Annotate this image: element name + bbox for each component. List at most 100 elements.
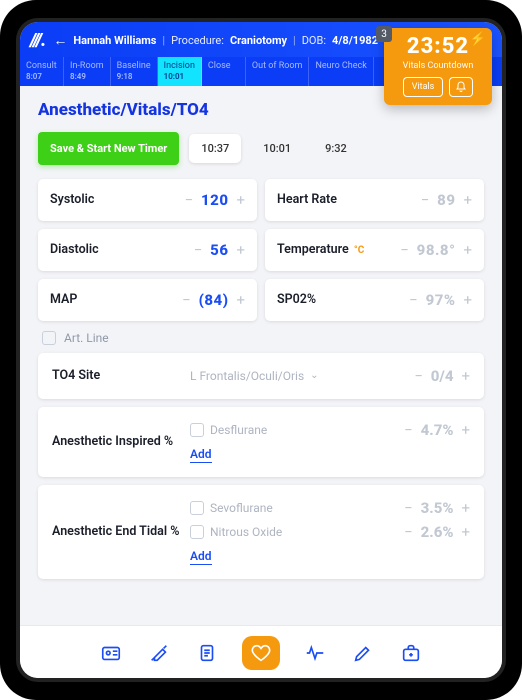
screen: 3 ⚡ 23:52 Vitals Countdown Vitals ///. ← xyxy=(20,22,502,678)
hr-minus[interactable]: − xyxy=(421,191,430,209)
action-row: Save & Start New Timer 10:37 10:01 9:32 xyxy=(38,132,484,165)
bolt-icon: ⚡ xyxy=(470,32,486,47)
nav-clipboard-icon[interactable] xyxy=(194,640,220,666)
chevron-down-icon: ⌄ xyxy=(310,370,318,381)
temp-label: Temperature °C xyxy=(277,242,364,257)
endtidal-add-button[interactable]: Add xyxy=(190,549,212,565)
spo2-plus[interactable]: + xyxy=(463,291,472,309)
patient-info: Hannah Williams | Procedure: Craniotomy … xyxy=(73,34,378,47)
art-line-label: Art. Line xyxy=(64,331,109,345)
systolic-card: Systolic − 120 + xyxy=(38,179,257,221)
endtidal1-minus[interactable]: − xyxy=(404,499,413,517)
nav-medkit-icon[interactable] xyxy=(398,640,424,666)
countdown-label: Vitals Countdown xyxy=(394,61,482,71)
diastolic-label: Diastolic xyxy=(50,242,99,257)
endtidal-checkbox-1[interactable] xyxy=(190,501,204,515)
tablet-bezel: 3 ⚡ 23:52 Vitals Countdown Vitals ///. ← xyxy=(16,18,506,682)
map-label: MAP xyxy=(50,292,77,307)
anesthetic-endtidal-card: Anesthetic End Tidal % Sevoflurane − 3.5… xyxy=(38,485,484,579)
map-value: (84) xyxy=(199,291,229,309)
spo2-minus[interactable]: − xyxy=(409,291,418,309)
endtidal-agent2: Nitrous Oxide xyxy=(210,525,282,539)
inspired-checkbox[interactable] xyxy=(190,423,204,437)
temp-value: 98.8° xyxy=(417,241,456,259)
nav-heart-icon[interactable] xyxy=(242,636,280,670)
to4-value: 0/4 xyxy=(431,367,454,385)
to4-card: TO4 Site L Frontalis/Oculi/Oris ⌄ − 0/4 … xyxy=(38,353,484,399)
inspired-add-button[interactable]: Add xyxy=(190,447,212,463)
nav-id-card-icon[interactable] xyxy=(98,640,124,666)
tab-incision[interactable]: Incision10:01 xyxy=(158,57,202,86)
back-arrow-icon[interactable]: ← xyxy=(53,32,67,49)
endtidal-checkbox-2[interactable] xyxy=(190,525,204,539)
systolic-minus[interactable]: − xyxy=(184,191,193,209)
countdown-card: 3 ⚡ 23:52 Vitals Countdown Vitals xyxy=(384,28,492,105)
countdown-time: 23:52 xyxy=(394,34,482,59)
spo2-label: SP02% xyxy=(277,292,316,307)
time-chip-0[interactable]: 10:37 xyxy=(189,134,241,163)
diastolic-value: 56 xyxy=(210,241,228,259)
time-chip-2[interactable]: 9:32 xyxy=(313,134,359,163)
vitals-button[interactable]: Vitals xyxy=(403,77,444,97)
heart-rate-card: Heart Rate − 89 + xyxy=(265,179,484,221)
temp-unit[interactable]: °C xyxy=(354,245,364,256)
nav-waveform-icon[interactable] xyxy=(302,640,328,666)
spo2-value: 97% xyxy=(426,291,456,309)
app-logo: ///. xyxy=(30,30,45,51)
bell-button[interactable] xyxy=(449,77,473,97)
inspired-minus[interactable]: − xyxy=(404,421,413,439)
inspired-agent-row[interactable]: Desflurane xyxy=(190,423,267,437)
patient-name: Hannah Williams xyxy=(73,34,156,47)
tab-consult[interactable]: Consult8:07 xyxy=(20,57,64,86)
time-chip-1[interactable]: 10:01 xyxy=(251,134,303,163)
tab-in-room[interactable]: In-Room8:49 xyxy=(64,57,111,86)
tab-neuro-check[interactable]: Neuro Check xyxy=(309,57,373,86)
diastolic-minus[interactable]: − xyxy=(194,241,203,259)
temp-plus[interactable]: + xyxy=(463,241,472,259)
inspired-plus[interactable]: + xyxy=(461,421,470,439)
diastolic-plus[interactable]: + xyxy=(236,241,245,259)
spo2-card: SP02% − 97% + xyxy=(265,279,484,321)
endtidal-agent1: Sevoflurane xyxy=(210,501,273,515)
map-minus[interactable]: − xyxy=(182,291,191,309)
bell-icon xyxy=(455,81,467,93)
art-line-checkbox[interactable] xyxy=(42,331,56,345)
nav-syringe-icon[interactable] xyxy=(146,640,172,666)
hr-plus[interactable]: + xyxy=(463,191,472,209)
tablet-frame: 3 ⚡ 23:52 Vitals Countdown Vitals ///. ← xyxy=(0,0,522,700)
content-area: Anesthetic/Vitals/TO4 Save & Start New T… xyxy=(20,86,502,625)
tab-out-of-room[interactable]: Out of Room xyxy=(246,57,310,86)
endtidal-label: Anesthetic End Tidal % xyxy=(52,524,180,539)
systolic-value: 120 xyxy=(201,191,228,209)
vitals-grid: Systolic − 120 + Heart Rate − 89 + xyxy=(38,179,484,321)
endtidal2-plus[interactable]: + xyxy=(461,523,470,541)
endtidal1-plus[interactable]: + xyxy=(461,499,470,517)
endtidal2-minus[interactable]: − xyxy=(404,523,413,541)
diastolic-card: Diastolic − 56 + xyxy=(38,229,257,271)
art-line-row[interactable]: Art. Line xyxy=(38,321,484,353)
temp-minus[interactable]: − xyxy=(400,241,409,259)
inspired-agent: Desflurane xyxy=(210,423,267,437)
temperature-card: Temperature °C − 98.8° + xyxy=(265,229,484,271)
to4-site-select[interactable]: L Frontalis/Oculi/Oris ⌄ xyxy=(190,369,404,383)
hr-label: Heart Rate xyxy=(277,192,337,207)
systolic-plus[interactable]: + xyxy=(236,191,245,209)
map-plus[interactable]: + xyxy=(236,291,245,309)
endtidal-value1: 3.5% xyxy=(421,499,454,517)
to4-plus[interactable]: + xyxy=(461,367,470,385)
anesthetic-inspired-card: Anesthetic Inspired % Desflurane − 4.7% … xyxy=(38,407,484,477)
inspired-label: Anesthetic Inspired % xyxy=(52,434,180,449)
save-start-timer-button[interactable]: Save & Start New Timer xyxy=(38,132,179,165)
to4-minus[interactable]: − xyxy=(414,367,423,385)
countdown-badge: 3 xyxy=(376,26,392,42)
endtidal-agent2-row[interactable]: Nitrous Oxide xyxy=(190,525,282,539)
to4-label: TO4 Site xyxy=(52,368,180,383)
bottom-nav xyxy=(20,625,502,678)
tab-close[interactable]: Close xyxy=(202,57,246,86)
nav-pen-icon[interactable] xyxy=(350,640,376,666)
map-card: MAP − (84) + xyxy=(38,279,257,321)
endtidal-agent1-row[interactable]: Sevoflurane xyxy=(190,501,273,515)
inspired-value: 4.7% xyxy=(421,421,454,439)
systolic-label: Systolic xyxy=(50,192,94,207)
tab-baseline[interactable]: Baseline9:18 xyxy=(111,57,158,86)
